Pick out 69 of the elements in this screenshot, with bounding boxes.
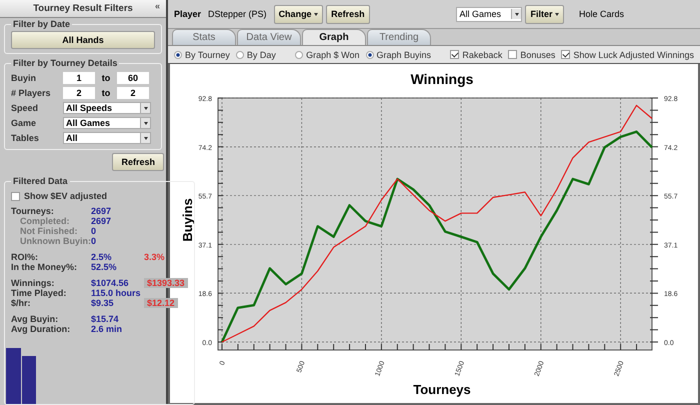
player-name: DStepper (PS) [208,9,267,19]
filter-label: # Players [11,88,52,98]
stat-value: $9.35 [91,298,115,308]
collapse-button[interactable]: « [154,1,160,11]
radio-option[interactable]: Graph $ Won [295,50,360,60]
adjusted-value: $1393.33 [144,278,188,288]
group-title: Filtered Data [12,176,69,186]
stat-value: 2697 [91,216,112,226]
adjusted-value: $12.12 [144,298,178,308]
all-hands-button[interactable]: All Hands [11,31,155,49]
game-dropdown[interactable]: All Games [456,6,522,22]
checkbox-option[interactable]: Rakeback [450,50,502,60]
stat-label: ROI%: [11,252,39,262]
player-label: Player [174,9,202,19]
tab[interactable]: Graph [302,29,366,45]
chart-title: Winnings [410,71,474,87]
radio-option[interactable]: Graph Buyins [366,50,432,60]
y-axis-label: Buyins [180,198,195,242]
stat-label: Unknown Buyin: [20,236,91,246]
stat-value: 0 [91,236,98,246]
filter-label: Tables [11,133,40,143]
panel-title: Tourney Result Filters [33,3,133,14]
radio-option[interactable]: By Day [236,50,276,60]
filter-dropdown[interactable]: All Games [63,117,151,129]
stat-label: Avg Buyin: [11,314,60,324]
stat-value: $15.74 [91,314,120,324]
checkbox[interactable] [11,192,20,200]
tab[interactable]: Data View [237,29,301,45]
adjusted-value: 3.3% [144,252,165,262]
stat-value: 2.6 min [91,324,124,334]
stat-value: 0 [91,226,98,236]
hole-cards-label: Hole Cards [578,9,624,19]
stat-label: $/hr: [11,298,32,308]
refresh-button[interactable]: Refresh [112,153,164,171]
checkbox-label: Show $EV adjusted [24,191,108,201]
stat-label: Tourneys: [11,206,55,216]
stat-label: Avg Duration: [11,324,72,334]
stat-value: 2.5% [91,252,113,262]
filter-label: Game [11,118,38,128]
filter-label: Speed [11,103,40,113]
checkbox-option[interactable]: Show Luck Adjusted Winnings [561,50,694,60]
stat-label: Winnings: [11,278,56,288]
refresh-button[interactable]: Refresh [326,4,370,24]
to-label: to [100,73,112,83]
stat-label: In the Money%: [11,262,78,272]
tab[interactable]: Trending [367,29,431,45]
stat-value: 52.5% [91,262,118,272]
range-to-field[interactable]: 2 [117,87,149,99]
x-axis-label: Tourneys [413,382,471,397]
stat-label: Completed: [20,216,70,226]
checkbox-option[interactable]: Bonuses [508,50,556,60]
group-title: Filter by Date [12,19,72,29]
change-button[interactable]: Change [274,4,324,24]
stat-value: 115.0 hours [91,288,142,298]
filter-label: Buyin [11,73,38,83]
stat-label: Not Finished: [20,226,78,236]
range-from-field[interactable]: 2 [63,87,95,99]
range-to-field[interactable]: 60 [117,72,149,84]
stat-label: Time Played: [11,288,68,298]
to-label: to [100,88,112,98]
stat-value: 2697 [91,206,112,216]
tab[interactable]: Stats [172,29,236,45]
filter-dropdown[interactable]: All Speeds [63,102,151,114]
range-from-field[interactable]: 1 [63,72,95,84]
filter-dropdown[interactable]: All [63,132,151,144]
filter-button[interactable]: Filter [525,4,564,24]
group-title: Filter by Tourney Details [12,58,118,68]
radio-option[interactable]: By Tourney [174,50,230,60]
stat-value: $1074.56 [91,278,130,288]
